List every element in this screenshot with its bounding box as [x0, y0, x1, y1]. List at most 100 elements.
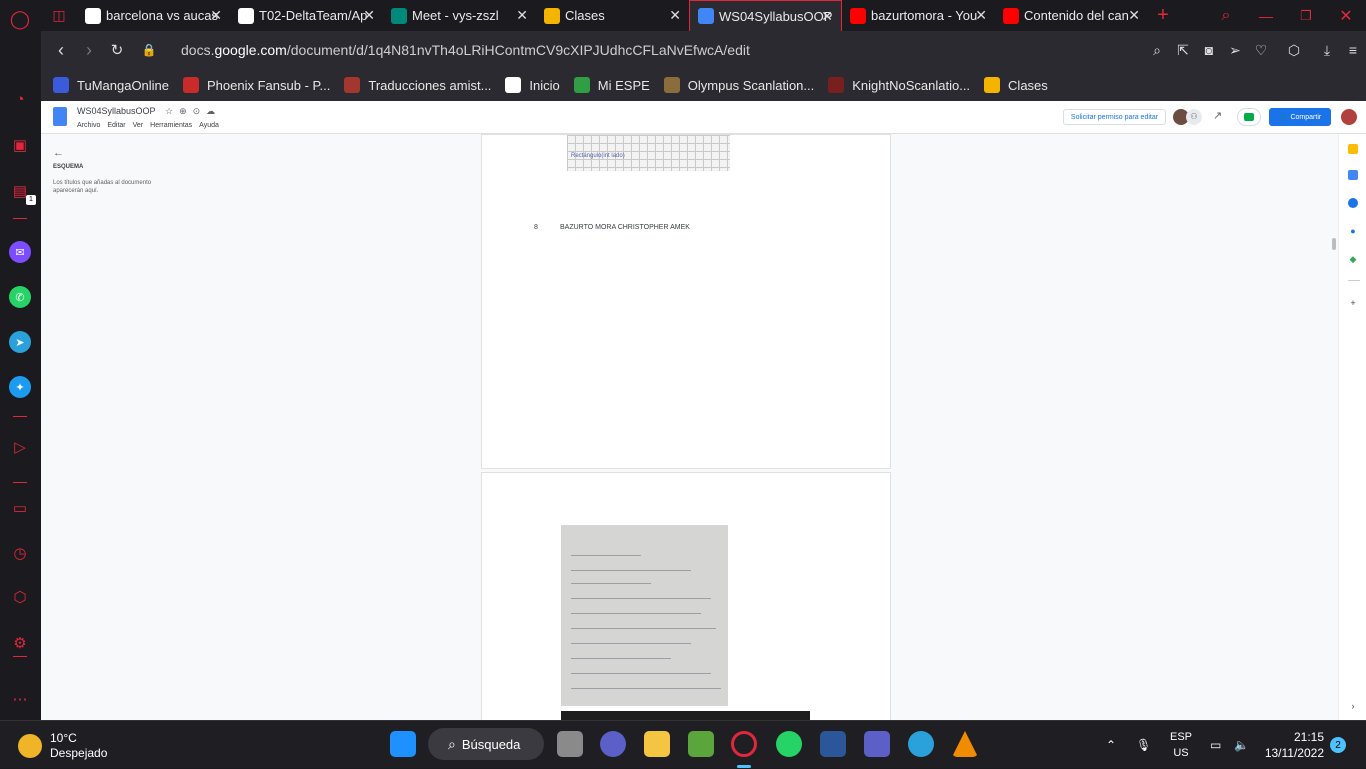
bookmark-item[interactable]: Traducciones amist...: [344, 77, 491, 93]
browser-tab[interactable]: Meet - vys-zszl ✕: [383, 0, 536, 31]
clock[interactable]: 21:15 13/11/2022: [1265, 729, 1324, 761]
windows-start-icon[interactable]: [390, 731, 416, 757]
browser-tab[interactable]: barcelona vs aucas ✕: [77, 0, 230, 31]
close-tab-icon[interactable]: ✕: [210, 7, 222, 24]
language-indicator[interactable]: ESP US: [1170, 729, 1192, 761]
account-avatar[interactable]: [1341, 109, 1357, 125]
history-icon[interactable]: ◷: [9, 542, 31, 564]
teams-chat-icon[interactable]: [600, 731, 626, 757]
zoom-icon[interactable]: ⌕: [1144, 42, 1170, 59]
meet-join-button[interactable]: [1237, 108, 1261, 126]
extensions-cube-icon[interactable]: ⬡: [1274, 42, 1314, 59]
network-icon[interactable]: ▭: [1210, 721, 1221, 769]
notification-badge[interactable]: 2: [1330, 737, 1346, 753]
extensions-icon[interactable]: ⬡: [9, 586, 31, 608]
scrollbar-thumb[interactable]: [1332, 238, 1336, 250]
bookmark-item[interactable]: Clases: [984, 77, 1048, 93]
snapshot-icon[interactable]: ▭: [9, 497, 31, 519]
close-tab-icon[interactable]: ✕: [821, 8, 833, 25]
tasks-icon[interactable]: [1348, 198, 1358, 208]
sidebar-separator: [13, 218, 27, 219]
menu-item[interactable]: Ver: [133, 122, 144, 129]
docs-logo-icon[interactable]: [53, 107, 67, 126]
teams-icon[interactable]: [864, 731, 890, 757]
close-tab-icon[interactable]: ✕: [363, 7, 375, 24]
whatsapp-icon[interactable]: ✆: [9, 286, 31, 308]
menu-icon[interactable]: ≡: [1340, 42, 1366, 58]
opera-taskbar-icon[interactable]: [731, 731, 757, 757]
browser-tab[interactable]: Contenido del can ✕: [995, 0, 1148, 31]
hide-panel-chevron-icon[interactable]: ›: [1348, 701, 1358, 711]
document-title[interactable]: WS04SyllabusOOP: [77, 106, 156, 116]
tab-search-icon[interactable]: ⌕: [1206, 7, 1246, 25]
minecraft-icon[interactable]: [688, 731, 714, 757]
close-window-button[interactable]: ✕: [1326, 6, 1366, 26]
close-tab-icon[interactable]: ✕: [669, 7, 681, 24]
weather-widget[interactable]: 10°C Despejado: [18, 731, 107, 761]
bookmark-item[interactable]: KnightNoScanlatio...: [828, 77, 970, 93]
microphone-icon[interactable]: 🎙: [1136, 721, 1151, 769]
add-addon-icon[interactable]: +: [1348, 298, 1358, 308]
twitter-icon[interactable]: ✦: [9, 376, 31, 398]
speed-dial-icon[interactable]: ◔: [9, 88, 31, 110]
menu-item[interactable]: Archivo: [77, 122, 100, 129]
calendar-icon[interactable]: [1348, 170, 1358, 180]
request-edit-button[interactable]: Solicitar permiso para editar: [1063, 109, 1166, 125]
telegram-icon[interactable]: ➤: [9, 331, 31, 353]
task-view-icon[interactable]: [557, 731, 583, 757]
telegram-taskbar-icon[interactable]: [908, 731, 934, 757]
opera-logo-icon[interactable]: ◯: [9, 8, 31, 30]
send-icon[interactable]: ➢: [1222, 42, 1248, 59]
file-explorer-icon[interactable]: [644, 731, 670, 757]
people-icon[interactable]: ⚇: [1186, 109, 1202, 125]
menu-item[interactable]: Editar: [107, 122, 125, 129]
back-arrow-icon[interactable]: ←: [53, 147, 183, 159]
bookmark-item[interactable]: Inicio: [505, 77, 560, 93]
activity-trend-icon[interactable]: ↗: [1213, 109, 1222, 122]
more-icon[interactable]: ⋯: [9, 688, 31, 710]
star-move-status-icons[interactable]: ☆⊕⊙☁: [165, 106, 221, 117]
browser-tab[interactable]: T02-DeltaTeam/Ap ✕: [230, 0, 383, 31]
settings-icon[interactable]: ⚙: [9, 632, 31, 654]
camera-icon[interactable]: ◙: [1196, 42, 1222, 58]
keep-icon[interactable]: [1348, 144, 1358, 154]
minimize-button[interactable]: —: [1246, 8, 1286, 24]
taskbar-search[interactable]: ⌕ Búsqueda: [428, 728, 544, 760]
browser-tab[interactable]: bazurtomora - You ✕: [842, 0, 995, 31]
browser-tab[interactable]: Clases ✕: [536, 0, 689, 31]
vlc-icon[interactable]: [952, 731, 978, 757]
menu-item[interactable]: Ayuda: [199, 122, 219, 129]
menu-item[interactable]: Herramientas: [150, 122, 192, 129]
show-hidden-icons[interactable]: ⌃: [1106, 721, 1116, 769]
gamepad-icon[interactable]: ◫: [41, 7, 77, 24]
share-page-icon[interactable]: ⇱: [1170, 42, 1196, 59]
close-tab-icon[interactable]: ✕: [975, 7, 987, 24]
bookmark-item[interactable]: Mi ESPE: [573, 77, 650, 93]
back-icon[interactable]: ‹: [47, 40, 75, 61]
player-icon[interactable]: ▷: [9, 436, 31, 458]
document-page[interactable]: Rectángulo(int lado) 8 BAZURTO MORA CHRI…: [481, 134, 891, 469]
bookmark-item[interactable]: Phoenix Fansub - P...: [183, 77, 330, 93]
word-icon[interactable]: [820, 731, 846, 757]
close-tab-icon[interactable]: ✕: [1128, 7, 1140, 24]
heart-icon[interactable]: ♡: [1248, 42, 1274, 59]
download-icon[interactable]: ⤓: [1314, 42, 1340, 59]
whatsapp-taskbar-icon[interactable]: [776, 731, 802, 757]
forward-icon[interactable]: ›: [75, 40, 103, 61]
date: 13/11/2022: [1264, 746, 1324, 760]
bookmark-item[interactable]: Olympus Scanlation...: [663, 77, 814, 93]
shopping-icon[interactable]: ▣: [9, 134, 31, 156]
restore-button[interactable]: ❐: [1286, 8, 1326, 24]
browser-tab[interactable]: WS04SyllabusOOP ✕: [689, 0, 842, 31]
contacts-icon[interactable]: ●: [1348, 226, 1358, 236]
bookmark-item[interactable]: TuMangaOnline: [53, 77, 169, 93]
volume-icon[interactable]: 🔈: [1234, 721, 1249, 769]
messenger-icon[interactable]: ✉: [9, 241, 31, 263]
url-field[interactable]: docs.google.com/document/d/1q4N81nvTh4oL…: [181, 42, 750, 58]
close-tab-icon[interactable]: ✕: [516, 7, 528, 24]
document-page[interactable]: [481, 472, 891, 732]
maps-icon[interactable]: ◆: [1348, 254, 1358, 264]
share-button[interactable]: 👤 Compartir: [1269, 108, 1331, 126]
new-tab-button[interactable]: +: [1148, 4, 1178, 27]
reload-icon[interactable]: ↻: [103, 41, 131, 59]
